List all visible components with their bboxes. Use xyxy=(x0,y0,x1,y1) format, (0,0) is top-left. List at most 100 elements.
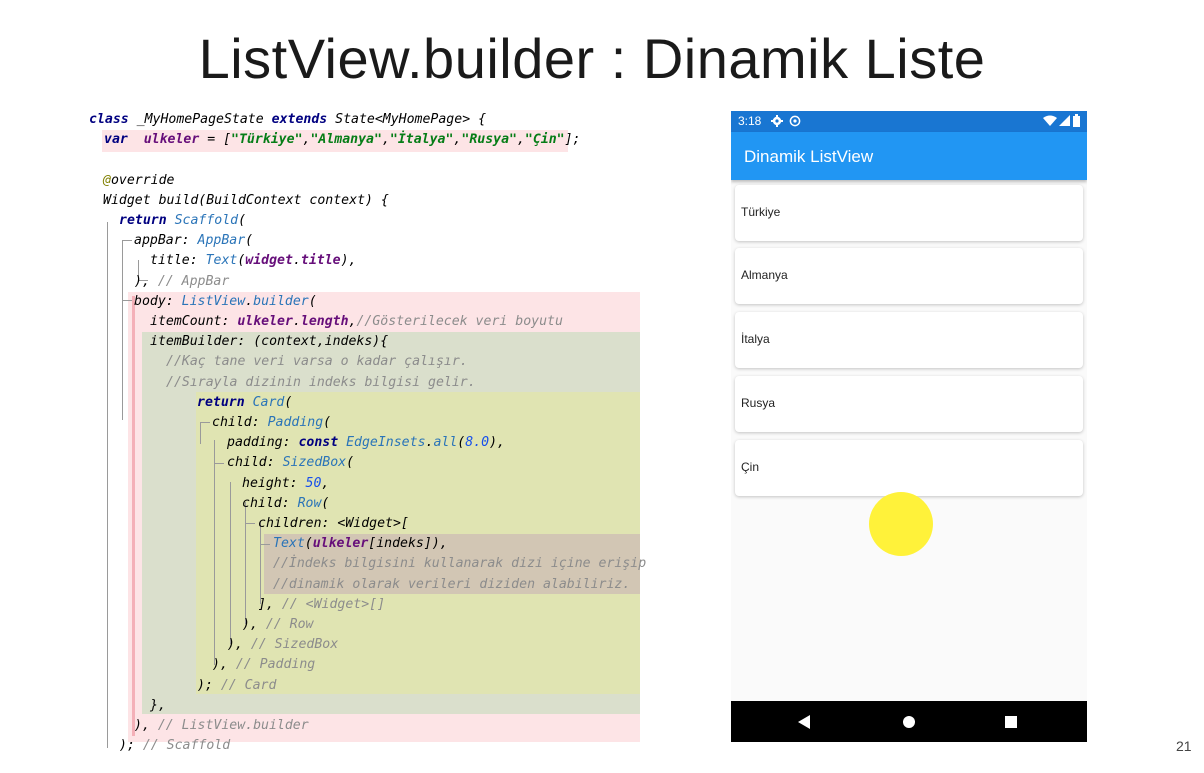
code-token: ( xyxy=(284,394,293,410)
code-token: length xyxy=(300,314,349,329)
code-token: itemBuilder: (context,indeks){ xyxy=(150,334,389,350)
list-item[interactable]: Çin xyxy=(735,440,1083,496)
list-item[interactable]: Türkiye xyxy=(735,185,1083,241)
code-token: // AppBar xyxy=(157,273,230,289)
code-token: body: xyxy=(134,293,182,309)
list-item-label: Rusya xyxy=(741,396,776,410)
code-line: return Scaffold( xyxy=(119,211,246,231)
code-token: // SizedBox xyxy=(250,637,339,653)
code-token: ( xyxy=(304,536,313,552)
status-bar: 3:18 xyxy=(731,111,1087,132)
code-token: // Row xyxy=(265,617,314,632)
code-line: //Kaç tane veri varsa o kadar çalışır. xyxy=(166,352,468,372)
code-token: ), xyxy=(212,657,236,673)
code-line: height: 50, xyxy=(242,474,329,494)
code-token: "Almanya" xyxy=(310,132,382,148)
list-item-label: Çin xyxy=(741,460,760,474)
code-token: Row xyxy=(297,495,322,511)
code-token: height: xyxy=(242,475,306,491)
code-line: itemBuilder: (context,indeks){ xyxy=(150,332,388,352)
list-item[interactable]: Rusya xyxy=(735,376,1083,432)
code-line: padding: const EdgeInsets.all(8.0), xyxy=(227,433,505,453)
app-bar-title: Dinamik ListView xyxy=(744,147,874,166)
code-token: "Türkiye" xyxy=(231,132,303,148)
list-item[interactable]: İtalya xyxy=(735,312,1083,368)
code-editor: class _MyHomePageState extends State<MyH… xyxy=(80,110,647,753)
code-token: Card xyxy=(252,394,285,410)
code-token: //Sırayla dizinin indeks bilgisi gelir. xyxy=(166,374,476,390)
code-token: ], xyxy=(258,596,282,612)
code-token: ), xyxy=(134,718,158,733)
code-token: ( xyxy=(245,233,254,249)
code-line: @override xyxy=(103,171,174,191)
code-token: ), xyxy=(134,273,158,289)
code-token: ( xyxy=(238,213,247,228)
code-token: ListView xyxy=(181,293,246,309)
code-token: // Card xyxy=(220,677,277,693)
code-token: child: xyxy=(212,415,268,430)
list-item[interactable]: Almanya xyxy=(735,248,1083,304)
code-token: all xyxy=(433,435,458,451)
code-token: //İndeks bilgisini kullanarak dizi içine… xyxy=(273,556,647,572)
code-token: itemCount: xyxy=(150,314,238,329)
back-triangle-icon[interactable] xyxy=(798,715,810,729)
status-time: 3:18 xyxy=(738,114,762,128)
indent-guide xyxy=(260,522,261,604)
code-token: //Gösterilecek veri boyutu xyxy=(356,314,563,329)
code-token: 8.0 xyxy=(465,435,490,451)
code-token: // Padding xyxy=(235,657,316,673)
list-item-label: Türkiye xyxy=(741,205,781,219)
code-line: child: SizedBox( xyxy=(227,453,354,473)
code-token: const xyxy=(298,435,347,451)
code-token: . xyxy=(245,293,254,309)
signal-icon xyxy=(1059,115,1070,126)
touch-indicator xyxy=(869,492,933,556)
code-token: "Çin" xyxy=(524,132,565,148)
list-item-label: Almanya xyxy=(741,268,788,282)
code-line: itemCount: ulkeler.length,//Gösterilecek… xyxy=(150,312,563,332)
navigation-bar xyxy=(731,701,1087,742)
code-token: override xyxy=(110,172,175,188)
wifi-icon xyxy=(1043,115,1057,126)
code-token: // ListView.builder xyxy=(157,718,309,733)
code-token: , xyxy=(381,132,390,148)
code-token: ulkeler xyxy=(312,536,369,552)
code-line: appBar: AppBar( xyxy=(134,231,253,251)
recents-square-icon[interactable] xyxy=(1005,716,1017,728)
code-token: ulkeler xyxy=(143,132,200,148)
list-item-label: İtalya xyxy=(741,332,770,346)
code-line: return Card( xyxy=(197,393,292,413)
code-token: builder xyxy=(253,293,309,309)
code-token: ulkeler xyxy=(237,314,293,329)
code-token: ), xyxy=(489,435,505,451)
code-token: EdgeInsets xyxy=(346,435,426,451)
indent-guide xyxy=(260,544,270,545)
code-token: "İtalya" xyxy=(389,132,454,148)
code-line: child: Padding( xyxy=(212,413,331,433)
code-token: , xyxy=(516,132,525,148)
code-line: ), // SizedBox xyxy=(227,635,338,655)
code-line: ), // Row xyxy=(242,615,313,635)
code-token: ), xyxy=(227,637,251,653)
page-number: 21 xyxy=(1176,738,1192,754)
indent-guide xyxy=(122,300,132,301)
code-token: return xyxy=(119,213,175,228)
app-bar: Dinamik ListView xyxy=(731,132,1087,180)
code-line: Widget build(BuildContext context) { xyxy=(103,191,389,211)
code-line: //dinamik olarak verileri diziden alabil… xyxy=(273,575,630,595)
indent-guide xyxy=(122,240,123,420)
at-sign-icon xyxy=(789,115,801,127)
code-token: SizedBox xyxy=(282,455,347,471)
code-token: "Rusya" xyxy=(461,132,517,148)
home-circle-icon[interactable] xyxy=(902,715,916,729)
code-token: }, xyxy=(150,697,166,713)
indent-guide xyxy=(214,440,215,665)
code-token: . xyxy=(292,314,301,329)
code-token: padding: xyxy=(227,435,299,451)
slide-title: ListView.builder : Dinamik Liste xyxy=(198,27,986,90)
code-line: ], // <Widget>[] xyxy=(258,595,385,615)
code-token: AppBar xyxy=(197,233,246,249)
code-token: @ xyxy=(103,172,111,188)
highlight-bar xyxy=(132,296,135,736)
battery-icon xyxy=(1073,114,1080,127)
